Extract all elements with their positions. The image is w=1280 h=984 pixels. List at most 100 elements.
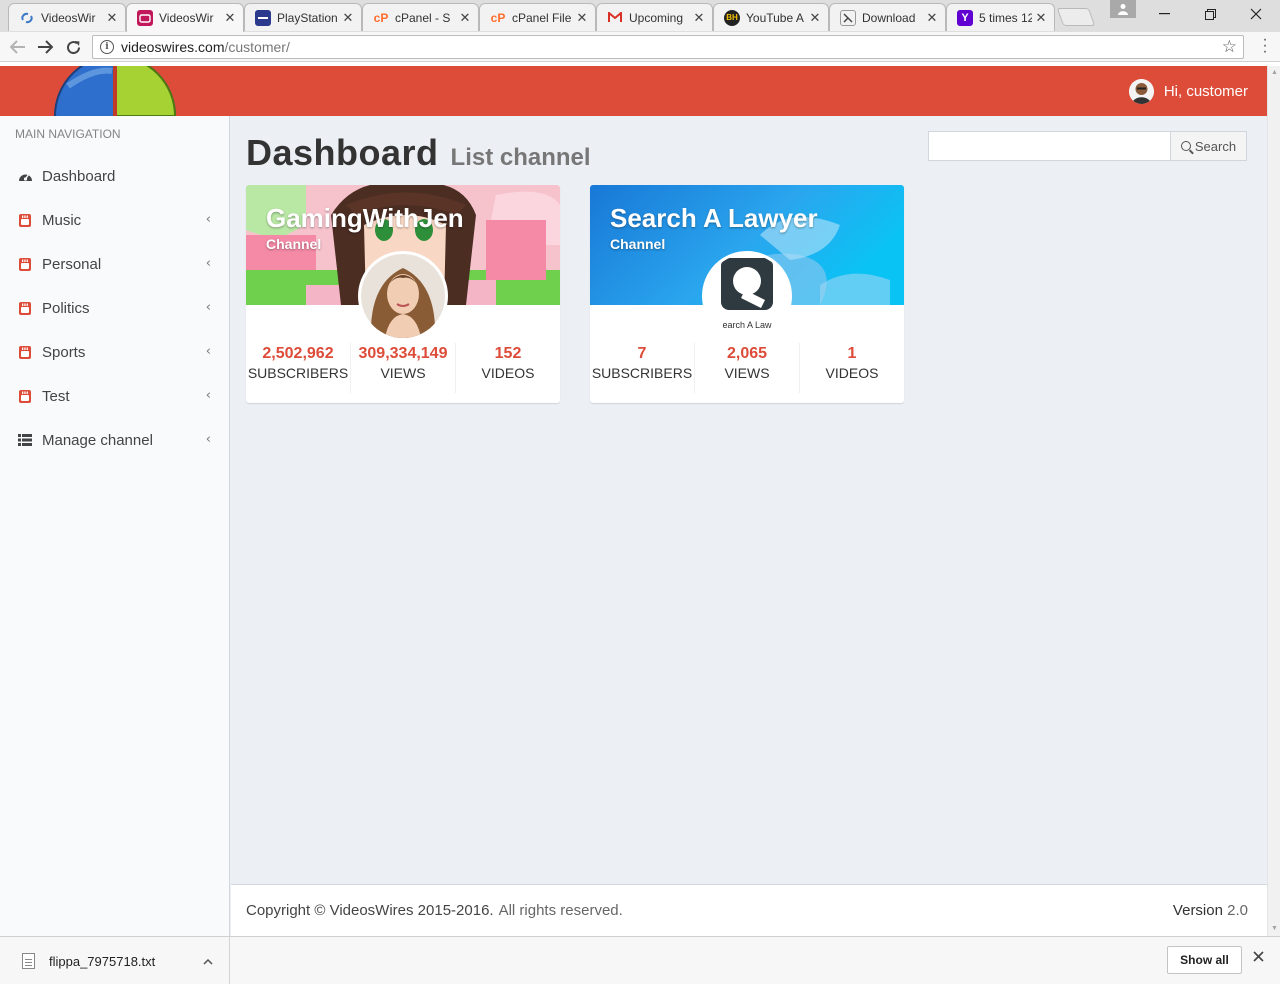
browser-tab[interactable]: Download ✕: [829, 3, 946, 31]
sidebar-item-dashboard[interactable]: Dashboard: [0, 154, 229, 198]
url-host: videoswires.com: [121, 39, 225, 55]
new-tab-button[interactable]: [1056, 8, 1096, 26]
profile-icon[interactable]: [1110, 0, 1136, 18]
chevron-left-icon: ‹: [205, 212, 211, 227]
user-greeting: Hi, customer: [1163, 82, 1248, 100]
sidebar-item-label: Sports: [42, 343, 86, 361]
scroll-up-arrow-icon[interactable]: ▲: [1268, 66, 1280, 80]
channel-avatar: earch A Law: [702, 251, 792, 341]
search-icon: [1180, 141, 1191, 151]
stat-views: 309,334,149 VIEWS: [351, 343, 456, 393]
tab-title: VideosWir: [159, 11, 214, 25]
page-viewport: Hi, customer MAIN NAVIGATION Dashboard M…: [0, 66, 1267, 936]
browser-menu-icon[interactable]: · · ·: [1262, 32, 1268, 60]
close-tab-icon[interactable]: ✕: [692, 10, 706, 26]
chevron-left-icon: ‹: [205, 256, 211, 271]
page-heading: Dashboard: [246, 132, 439, 173]
stat-label: VIDEOS: [481, 365, 535, 381]
sidebar-item-sports[interactable]: Sports ‹: [0, 330, 229, 374]
browser-tab[interactable]: PlayStation ✕: [244, 3, 362, 31]
browser-tab[interactable]: cP cPanel File ✕: [479, 3, 596, 31]
browser-tab[interactable]: Upcoming ✕: [596, 3, 713, 31]
address-bar[interactable]: i videoswires.com/customer/ ☆: [92, 35, 1244, 59]
scroll-down-arrow-icon[interactable]: ▼: [1268, 922, 1280, 936]
tab-title: cPanel File: [512, 10, 572, 25]
chevron-up-icon[interactable]: [203, 954, 213, 968]
browser-tab-active[interactable]: VideosWir ✕: [126, 3, 244, 32]
stat-views: 2,065 VIEWS: [695, 343, 800, 393]
sidebar-item-label: Test: [42, 387, 70, 405]
sidebar-item-manage-channel[interactable]: Manage channel ‹: [0, 418, 229, 462]
user-menu[interactable]: Hi, customer: [1128, 78, 1248, 104]
channel-card[interactable]: GamingWithJen Channel 2,502,962 SUBSCRIB…: [246, 185, 560, 403]
close-tab-icon[interactable]: ✕: [223, 10, 237, 26]
channel-type: Channel: [610, 236, 666, 252]
file-icon: [22, 953, 35, 969]
stat-label: VIDEOS: [825, 365, 879, 381]
search-button[interactable]: Search: [1171, 131, 1247, 161]
close-tab-icon[interactable]: ✕: [925, 10, 939, 26]
sidebar-item-label: Personal: [42, 255, 102, 273]
sidebar-item-label: Dashboard: [42, 167, 116, 185]
sidebar-item-label: Manage channel: [42, 431, 153, 449]
copyright-text: Copyright © VideosWires 2015-2016.: [246, 902, 494, 919]
close-tab-icon[interactable]: ✕: [105, 10, 119, 26]
youtube-icon: [17, 213, 33, 227]
cpanel-icon: cP: [490, 10, 506, 25]
sidebar-item-music[interactable]: Music ‹: [0, 198, 229, 242]
close-tab-icon[interactable]: ✕: [458, 10, 472, 26]
sidebar-item-personal[interactable]: Personal ‹: [0, 242, 229, 286]
close-tab-icon[interactable]: ✕: [341, 10, 355, 26]
bh-icon: BH: [724, 9, 740, 26]
browser-tab[interactable]: cP cPanel - S ✕: [362, 3, 479, 31]
restore-button[interactable]: [1187, 0, 1233, 28]
stat-label: SUBSCRIBERS: [247, 365, 349, 381]
tab-title: YouTube A: [746, 10, 804, 25]
youtube-icon: [17, 301, 33, 315]
close-window-button[interactable]: [1233, 0, 1279, 28]
tab-title: PlayStation: [277, 10, 338, 25]
dashboard-icon: [17, 169, 33, 183]
close-icon[interactable]: [1253, 949, 1264, 967]
tab-title: Download: [862, 10, 916, 25]
page-subheading: List channel: [450, 144, 591, 171]
close-tab-icon[interactable]: ✕: [1034, 10, 1048, 26]
stat-subscribers: 7 SUBSCRIBERS: [590, 343, 695, 393]
sidebar-item-politics[interactable]: Politics ‹: [0, 286, 229, 330]
url-path: /customer/: [224, 39, 290, 55]
search-input[interactable]: [928, 131, 1171, 161]
download-filename: flippa_7975718.txt: [49, 953, 156, 969]
close-tab-icon[interactable]: ✕: [808, 10, 822, 26]
browser-tab[interactable]: VideosWir ✕: [8, 3, 126, 31]
channel-name: Search A Lawyer: [610, 203, 818, 233]
tab-title: Upcoming: [629, 10, 684, 25]
browser-tab[interactable]: BH YouTube A ✕: [713, 3, 829, 31]
browser-tab[interactable]: Y 5 times 12 ✕: [946, 3, 1055, 31]
page-scrollbar[interactable]: ▲ ▼: [1267, 66, 1280, 936]
channel-card[interactable]: Search A Lawyer Channel earch A Law 7 SU…: [590, 185, 904, 403]
swirl-icon: [19, 10, 35, 26]
show-all-button[interactable]: Show all: [1167, 946, 1242, 974]
tab-title: 5 times 12: [979, 10, 1032, 25]
minimize-button[interactable]: [1141, 0, 1187, 28]
sidebar-item-test[interactable]: Test ‹: [0, 374, 229, 418]
stat-label: VIEWS: [724, 365, 770, 381]
channel-type: Channel: [266, 236, 322, 252]
stat-videos: 152 VIDEOS: [456, 343, 560, 393]
version-info: Version 2.0: [1173, 902, 1248, 919]
reload-icon[interactable]: [62, 36, 84, 58]
forward-arrow-icon[interactable]: [34, 36, 56, 58]
site-logo[interactable]: [54, 66, 176, 116]
channel-avatar: [358, 251, 448, 341]
back-arrow-icon[interactable]: [7, 36, 29, 58]
bookmark-star-icon[interactable]: ☆: [1222, 37, 1237, 57]
tab-title: cPanel - S: [395, 10, 451, 25]
info-icon[interactable]: i: [100, 40, 114, 54]
tab-title: VideosWir: [41, 10, 96, 25]
page-footer: Copyright © VideosWires 2015-2016. All r…: [231, 884, 1267, 936]
channel-stats: 2,502,962 SUBSCRIBERS 309,334,149 VIEWS …: [246, 343, 560, 393]
download-item[interactable]: flippa_7975718.txt: [0, 937, 230, 984]
stat-value: 1: [847, 345, 857, 362]
close-tab-icon[interactable]: ✕: [575, 10, 589, 26]
avatar: [1128, 78, 1154, 104]
